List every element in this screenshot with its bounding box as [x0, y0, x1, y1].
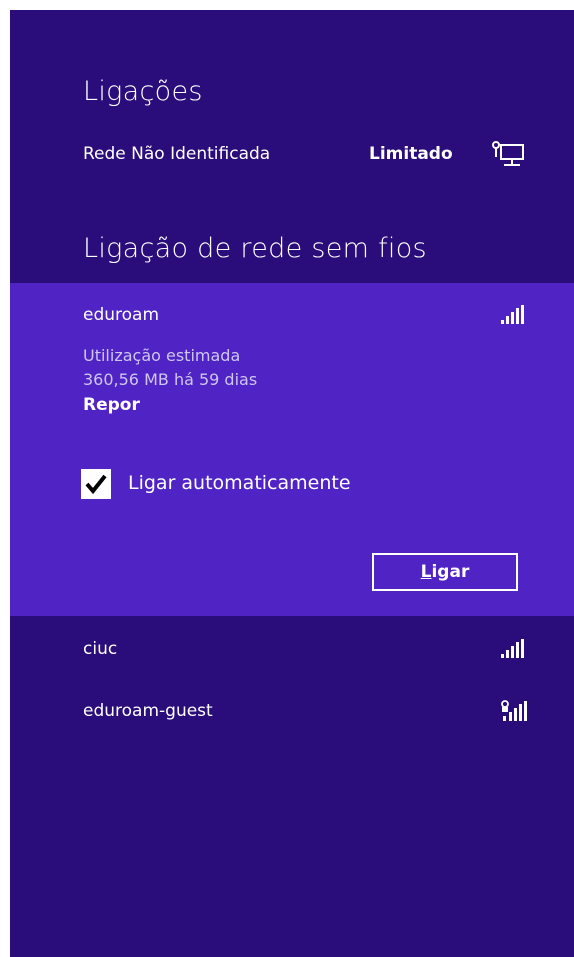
auto-connect-label: Ligar automaticamente [128, 472, 351, 494]
selected-network-name: eduroam [83, 305, 160, 325]
usage-value: 360,56 MB há 59 dias [83, 370, 258, 389]
connect-button[interactable]: Ligar [372, 553, 518, 591]
checkmark-icon [85, 474, 107, 495]
network-name: ciuc [83, 639, 118, 659]
connect-button-accesskey: L [420, 562, 432, 582]
reset-link[interactable]: Repor [83, 395, 140, 415]
wired-network-icon [492, 141, 524, 166]
wifi-signal-icon [501, 639, 524, 658]
network-flyout: Ligações Rede Não Identificada Limitado … [10, 10, 574, 957]
wifi-signal-icon [501, 305, 524, 324]
usage-label: Utilização estimada [83, 346, 241, 365]
auto-connect-checkbox[interactable] [81, 469, 111, 499]
wireless-title: Ligação de rede sem fios [83, 233, 427, 264]
connections-title: Ligações [83, 76, 203, 107]
network-item-ciuc[interactable]: ciuc [10, 630, 574, 674]
connection-status: Limitado [369, 144, 453, 164]
connection-network-name: Rede Não Identificada [83, 144, 271, 164]
connect-button-label: igar [431, 562, 470, 582]
connection-item[interactable]: Rede Não Identificada Limitado [10, 132, 574, 176]
selected-network-item[interactable]: eduroam Utilização estimada 360,56 MB há… [10, 283, 574, 616]
network-name: eduroam-guest [83, 701, 213, 721]
network-item-eduroam-guest[interactable]: eduroam-guest [10, 691, 574, 735]
wifi-signal-secured-icon [501, 700, 527, 721]
